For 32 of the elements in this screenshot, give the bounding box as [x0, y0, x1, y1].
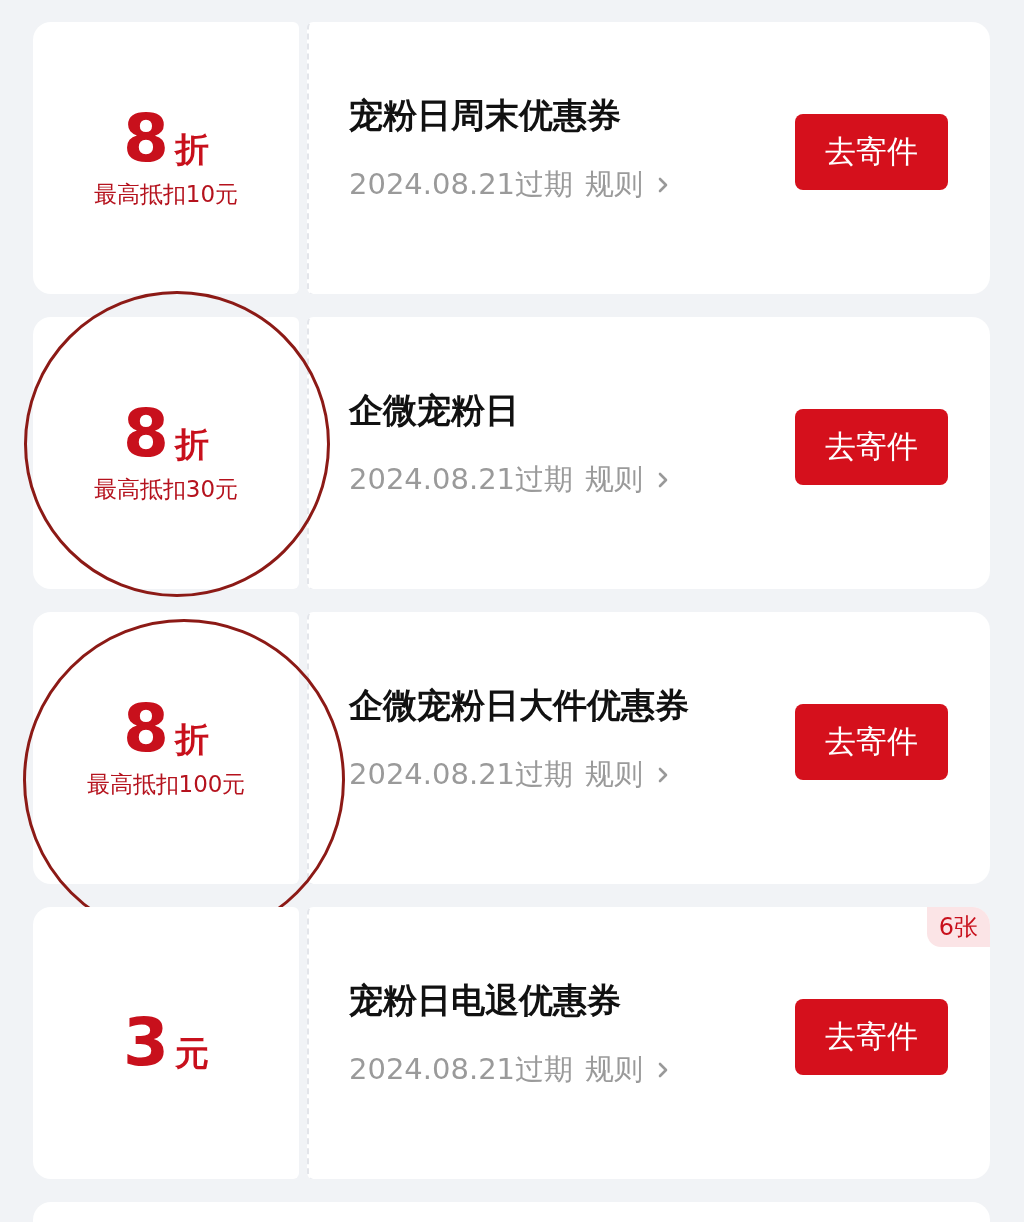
discount-unit: 元	[174, 1031, 209, 1075]
chevron-right-icon	[657, 175, 670, 195]
chevron-right-icon	[657, 1060, 670, 1080]
rules-link[interactable]: 规则	[585, 755, 644, 795]
send-package-button[interactable]: 去寄件	[795, 704, 948, 780]
max-deduction-text: 最高抵扣100元	[86, 770, 246, 799]
coupon-title: 宠粉日周末优惠券	[349, 94, 622, 137]
chevron-right-icon	[657, 765, 670, 785]
coupon-title: 宠粉日电退优惠券	[349, 979, 622, 1022]
discount-unit: 折	[174, 128, 209, 171]
rules-link[interactable]: 规则	[585, 1050, 644, 1090]
send-package-button[interactable]: 去寄件	[795, 999, 948, 1075]
expiry-date: 2024.08.21过期	[349, 461, 574, 498]
send-package-button[interactable]: 去寄件	[795, 409, 948, 485]
discount-value: 8	[123, 696, 169, 762]
coupon-title: 企微宠粉日大件优惠券	[349, 684, 690, 727]
discount-value: 8	[123, 401, 169, 467]
discount-unit: 折	[174, 718, 209, 761]
expiry-date: 2024.08.21过期	[349, 166, 574, 203]
max-deduction-text: 最高抵扣30元	[93, 475, 239, 504]
coupon-title: 企微宠粉日	[349, 389, 520, 432]
expiry-date: 2024.08.21过期	[349, 756, 574, 793]
expiry-date: 2024.08.21过期	[349, 1051, 574, 1088]
chevron-right-icon	[657, 470, 670, 490]
send-package-button[interactable]: 去寄件	[795, 114, 948, 190]
count-badge: 6张	[926, 907, 990, 947]
rules-link[interactable]: 规则	[585, 165, 644, 205]
discount-value: 8	[123, 106, 169, 172]
discount-unit: 折	[174, 423, 209, 466]
max-deduction-text: 最高抵扣10元	[93, 180, 239, 209]
discount-value: 3	[123, 1009, 169, 1076]
rules-link[interactable]: 规则	[585, 460, 644, 500]
